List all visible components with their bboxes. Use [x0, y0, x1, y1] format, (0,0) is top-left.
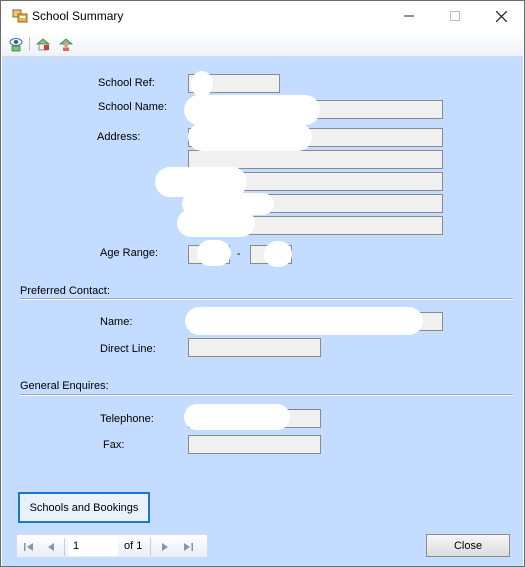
- next-page-button[interactable]: [157, 539, 173, 555]
- schools-and-bookings-button[interactable]: Schools and Bookings: [18, 492, 150, 523]
- maximize-icon: [450, 11, 460, 21]
- school-summary-window: School Summary School Ref: School Name: …: [0, 0, 525, 567]
- age-range-label: Age Range:: [100, 247, 159, 259]
- next-page-icon: [162, 543, 168, 551]
- fax-field[interactable]: [188, 435, 321, 454]
- age-range-separator: -: [237, 248, 241, 260]
- redaction-blob: [264, 241, 292, 267]
- toolbar-separator: [29, 37, 30, 51]
- person-school-button[interactable]: [56, 35, 76, 53]
- fax-label: Fax:: [103, 439, 125, 451]
- toolbar: [2, 32, 523, 57]
- last-page-icon: [184, 543, 193, 551]
- first-page-button[interactable]: [21, 539, 37, 555]
- redaction-blob: [184, 404, 290, 430]
- redaction-blob: [188, 123, 312, 151]
- direct-line-label: Direct Line:: [100, 343, 156, 355]
- title-bar[interactable]: School Summary: [1, 1, 524, 31]
- school-summary-app-icon: [12, 9, 28, 23]
- school-ref-label: School Ref:: [98, 77, 155, 89]
- page-count-text: of 1: [124, 540, 143, 552]
- close-window-button[interactable]: [478, 1, 524, 31]
- page-number-input[interactable]: 1: [68, 537, 118, 556]
- maximize-button[interactable]: [432, 1, 478, 31]
- close-icon: [495, 10, 507, 22]
- redaction-blob: [185, 307, 423, 335]
- general-enquires-divider: [20, 394, 513, 396]
- view-eye-button[interactable]: [6, 35, 26, 53]
- redaction-blob: [184, 95, 320, 125]
- school-name-label: School Name:: [98, 101, 168, 113]
- add-school-icon: [35, 38, 51, 51]
- address-label: Address:: [97, 131, 141, 143]
- navigation-bar: 1 of 1 Close: [2, 528, 523, 566]
- add-school-button[interactable]: [33, 35, 53, 53]
- telephone-label: Telephone:: [100, 413, 154, 425]
- prev-page-icon: [48, 543, 54, 551]
- first-page-icon: [24, 543, 33, 551]
- nav-separator: [64, 538, 65, 556]
- redaction-blob: [197, 240, 231, 266]
- preferred-contact-divider: [20, 298, 513, 300]
- minimize-button[interactable]: [386, 1, 432, 31]
- preferred-contact-heading: Preferred Contact:: [20, 285, 110, 297]
- last-page-button[interactable]: [180, 539, 196, 555]
- redaction-blob: [191, 71, 213, 97]
- record-navigator: 1 of 1: [16, 534, 208, 558]
- view-eye-icon: [9, 38, 23, 52]
- close-button[interactable]: Close: [426, 534, 510, 557]
- direct-line-field[interactable]: [188, 338, 321, 357]
- person-school-icon: [58, 38, 74, 51]
- window-title: School Summary: [32, 9, 124, 23]
- general-enquires-heading: General Enquires:: [20, 380, 109, 392]
- minimize-icon: [404, 15, 414, 17]
- nav-separator: [150, 538, 151, 556]
- previous-page-button[interactable]: [43, 539, 59, 555]
- school-summary-form: School Ref: School Name: Address: Age Ra…: [2, 57, 523, 528]
- redaction-blob: [177, 209, 255, 237]
- contact-name-label: Name:: [100, 316, 133, 328]
